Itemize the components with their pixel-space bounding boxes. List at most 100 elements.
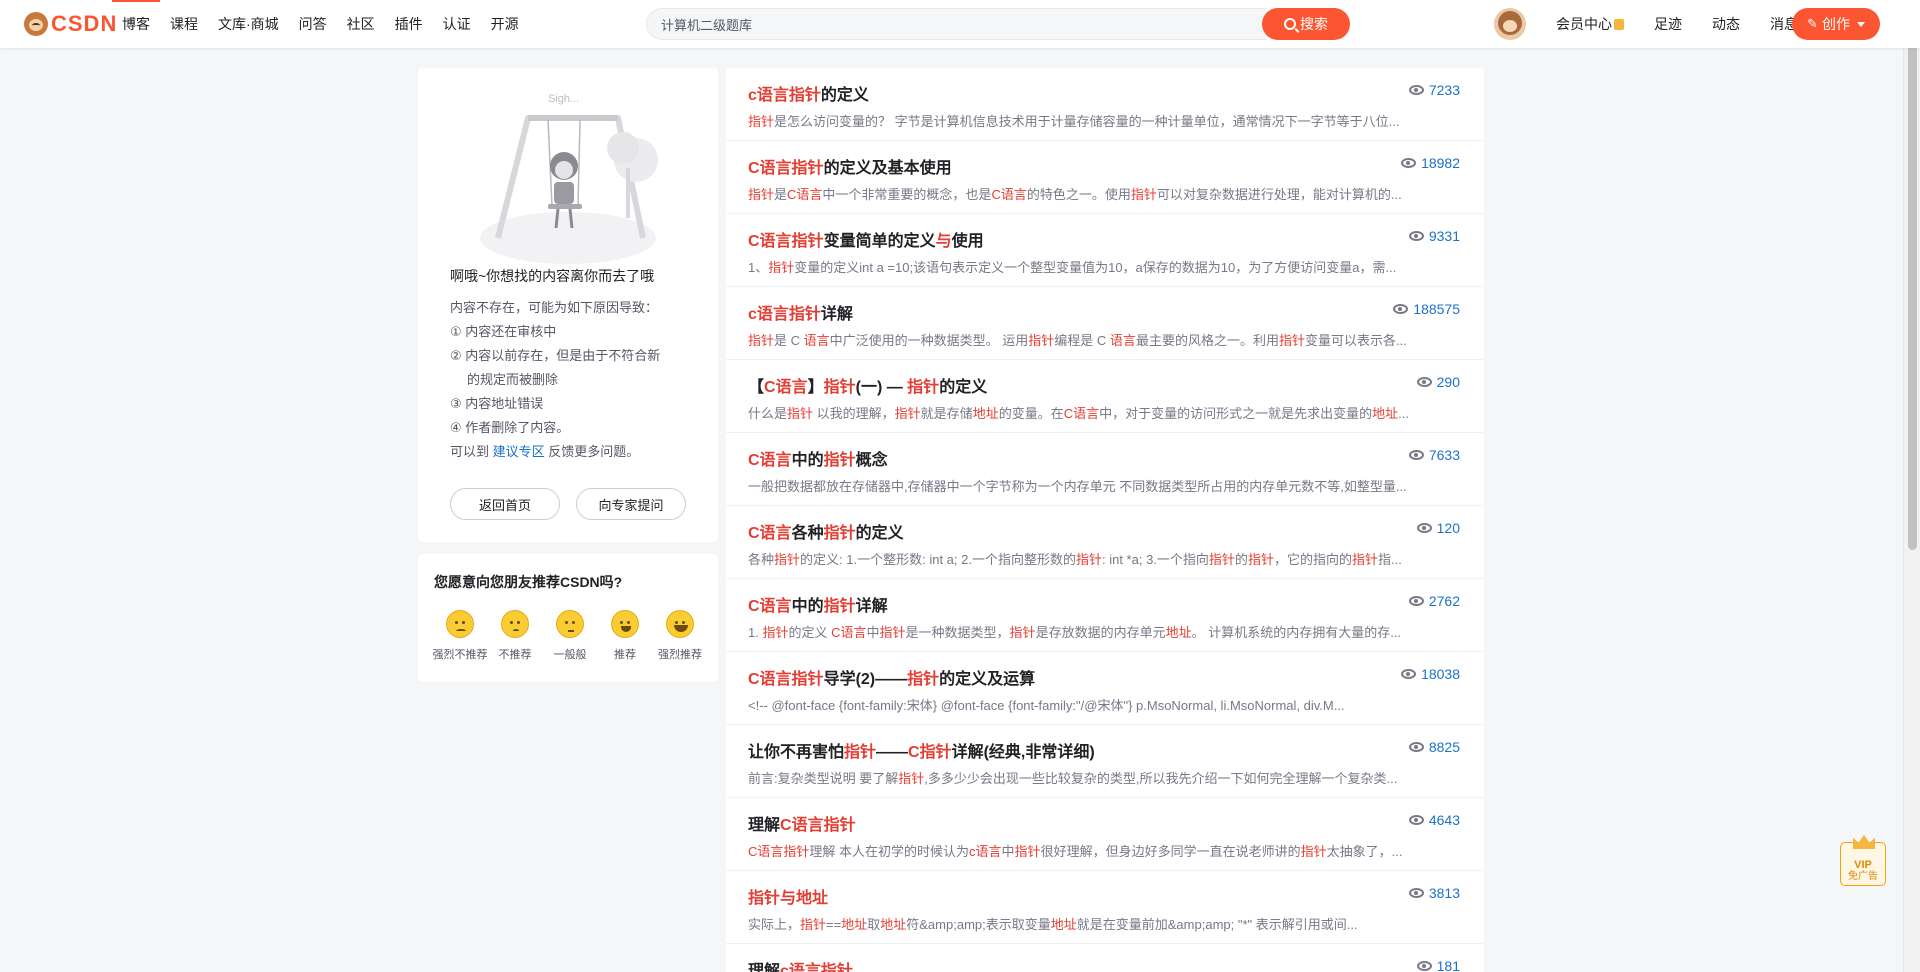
sad-face-icon — [501, 610, 529, 638]
scrollbar-thumb[interactable] — [1908, 2, 1917, 550]
pen-icon: ✎ — [1807, 16, 1818, 31]
result-item[interactable]: 理解C语言指针 4643 C语言指针理解 本人在初学的时候认为c语言中指针很好理解，… — [726, 798, 1484, 871]
result-item[interactable]: 【C语言】指针(一) — 指针的定义 290 什么是指针 以我的理解，指针就是存储地… — [726, 360, 1484, 433]
result-item[interactable]: 指针与地址 3813 实际上，指针==地址取地址符&amp;amp;表示取变量地址就… — [726, 871, 1484, 944]
nav-item[interactable]: 开源 — [481, 0, 529, 48]
footprint-link[interactable]: 足迹 — [1654, 14, 1682, 34]
reason-item: ③ 内容地址错误 — [450, 396, 544, 411]
result-title[interactable]: c语言指针详解 — [748, 300, 853, 324]
result-item[interactable]: C语言中的指针概念 7633 一般把数据都放在存储器中,存储器中一个字节称为一个内存… — [726, 433, 1484, 506]
result-title[interactable]: C语言各种指针的定义 — [748, 519, 904, 543]
snippet-text: 以我的理解， — [813, 406, 895, 421]
eye-icon — [1393, 304, 1409, 314]
result-item[interactable]: C语言指针导学(2)——指针的定义及运算 18038 <!-- @font-face… — [726, 652, 1484, 725]
result-item[interactable]: 让你不再害怕指针——C指针详解(经典,非常详细) 8825 前言:复杂类型说明 要了… — [726, 725, 1484, 798]
csdn-logo[interactable]: CSDN — [24, 10, 117, 38]
search-results-list: c语言指针的定义 7233 指针是怎么访问变量的？ 字节是计算机信息技术用于计量存储… — [726, 68, 1484, 972]
nav-item[interactable]: 博客 — [112, 0, 160, 48]
create-button-label: 创作 — [1821, 16, 1850, 32]
create-button[interactable]: ✎ 创作 — [1792, 8, 1880, 40]
nav-item[interactable]: 文库·商城 — [208, 0, 289, 48]
result-title[interactable]: 【C语言】指针(一) — 指针的定义 — [748, 373, 987, 397]
snippet-text: 的定义 — [788, 625, 832, 640]
rating-label: 强烈推荐 — [658, 649, 702, 661]
snippet-text: 就是在变量前加&amp;amp; "*" 表示解引用或间... — [1076, 917, 1358, 932]
title-highlight: C语言指针 — [780, 817, 856, 834]
snippet-highlight: 指针 — [800, 917, 827, 932]
snippet-highlight: 地址 — [880, 917, 907, 932]
result-title[interactable]: 让你不再害怕指针——C指针详解(经典,非常详细) — [748, 738, 1095, 762]
result-item[interactable]: C语言指针的定义及基本使用 18982 指针是C语言中一个非常重要的概念，也是C语言… — [726, 141, 1484, 214]
snippet-text: 的 — [1234, 552, 1248, 567]
rating-neutral[interactable]: 一般般 — [544, 610, 596, 662]
title-text: 的定义 — [820, 87, 869, 104]
user-avatar[interactable] — [1494, 8, 1526, 40]
rating-not-recommend[interactable]: 不推荐 — [489, 610, 541, 662]
result-snippet: 前言:复杂类型说明 要了解指针,多多少少会出现一些比较复杂的类型,所以我先介绍一… — [748, 768, 1458, 787]
search-icon — [1284, 18, 1296, 30]
snippet-text: 中 — [866, 625, 880, 640]
rating-options: 强烈不推荐 不推荐 一般般 推荐 强烈推荐 — [433, 610, 706, 662]
title-highlight: c语言指针 — [748, 87, 821, 104]
nav-item[interactable]: 插件 — [385, 0, 433, 48]
not-found-card: Sigh... 啊哦~你想找的内容离你而去了哦 内容不存在，可能为如下原因导致：… — [418, 68, 718, 542]
result-title[interactable]: 理解C语言指针 — [748, 811, 856, 835]
result-title[interactable]: c语言指针的定义 — [748, 81, 869, 105]
snippet-text: 变量的定义int a =10;该语句表示定义一个整型变量值为10，a保存的数据为… — [794, 260, 1397, 275]
title-text: 理解 — [748, 817, 781, 834]
snippet-highlight: 指针 — [762, 625, 789, 640]
result-title[interactable]: C语言指针导学(2)——指针的定义及运算 — [748, 665, 1035, 689]
vip-badge-line1: VIP — [1854, 859, 1872, 871]
rating-recommend[interactable]: 推荐 — [599, 610, 651, 662]
search-input[interactable] — [646, 8, 1266, 40]
title-text: 概念 — [855, 452, 888, 469]
title-highlight: C语言 — [748, 598, 792, 615]
search-button[interactable]: 搜索 — [1262, 8, 1350, 40]
result-item[interactable]: C语言各种指针的定义 120 各种指针的定义: 1.一个整形数: int a; 2.… — [726, 506, 1484, 579]
title-highlight: C语言 — [748, 525, 792, 542]
nav-item[interactable]: 课程 — [160, 0, 208, 48]
result-title[interactable]: 指针与地址 — [748, 884, 828, 908]
ask-expert-button[interactable]: 向专家提问 — [576, 488, 686, 520]
neutral-face-icon — [556, 610, 584, 638]
snippet-text: 取 — [867, 917, 881, 932]
result-title[interactable]: 理解c语言指针 — [748, 957, 853, 972]
eye-icon — [1408, 815, 1424, 825]
snippet-text: 实际上， — [748, 917, 801, 932]
snippet-highlight: 指针 — [748, 114, 775, 129]
title-text: 导学(2)—— — [823, 671, 908, 688]
title-highlight: 指针 — [823, 525, 856, 542]
snippet-text: 一般把数据都放在存储器中,存储器中一个字节称为一个内存单元 不同数据类型所占用的… — [748, 479, 1407, 494]
eye-icon — [1416, 523, 1432, 533]
vip-badge-line2: 免广告 — [1848, 871, 1878, 882]
result-title[interactable]: C语言中的指针概念 — [748, 446, 888, 470]
result-item[interactable]: C语言中的指针详解 2762 1. 指针的定义 C语言中指针是一种数据类型，指针是存… — [726, 579, 1484, 652]
nav-item[interactable]: 问答 — [289, 0, 337, 48]
rating-strongly-recommend[interactable]: 强烈推荐 — [654, 610, 706, 662]
result-snippet: 1、指针变量的定义int a =10;该语句表示定义一个整型变量值为10，a保存… — [748, 257, 1458, 276]
title-highlight: c语言指针 — [780, 963, 853, 972]
result-title[interactable]: C语言中的指针详解 — [748, 592, 888, 616]
result-item[interactable]: c语言指针的定义 7233 指针是怎么访问变量的？ 字节是计算机信息技术用于计量存储… — [726, 68, 1484, 141]
back-home-button[interactable]: 返回首页 — [450, 488, 560, 520]
vip-center-link[interactable]: 会员中心 — [1556, 14, 1624, 34]
snippet-highlight: C语言 — [991, 187, 1027, 202]
title-text: 的定义 — [855, 525, 904, 542]
feedback-link[interactable]: 建议专区 — [493, 444, 545, 459]
snippet-highlight: 地址 — [1165, 625, 1192, 640]
nav-item[interactable]: 社区 — [337, 0, 385, 48]
vip-ad-free-badge[interactable]: VIP 免广告 — [1840, 835, 1886, 886]
nav-item[interactable]: 认证 — [433, 0, 481, 48]
snippet-text: 的特色之一。使用 — [1026, 187, 1131, 202]
result-item[interactable]: 理解c语言指针 181 — [726, 944, 1484, 972]
result-title[interactable]: C语言指针的定义及基本使用 — [748, 154, 952, 178]
snippet-highlight: 指针 — [894, 406, 921, 421]
title-highlight: C指针 — [908, 744, 952, 761]
dynamics-link[interactable]: 动态 — [1712, 14, 1740, 34]
result-item[interactable]: c语言指针详解 188575 指针是 C 语言中广泛使用的一种数据类型。 运用指针编… — [726, 287, 1484, 360]
view-count: 188575 — [1393, 301, 1460, 317]
rating-strongly-not-recommend[interactable]: 强烈不推荐 — [433, 610, 488, 662]
page-scrollbar[interactable] — [1903, 0, 1920, 972]
result-title[interactable]: C语言指针变量简单的定义与使用 — [748, 227, 984, 251]
result-item[interactable]: C语言指针变量简单的定义与使用 9331 1、指针变量的定义int a =10;该语… — [726, 214, 1484, 287]
